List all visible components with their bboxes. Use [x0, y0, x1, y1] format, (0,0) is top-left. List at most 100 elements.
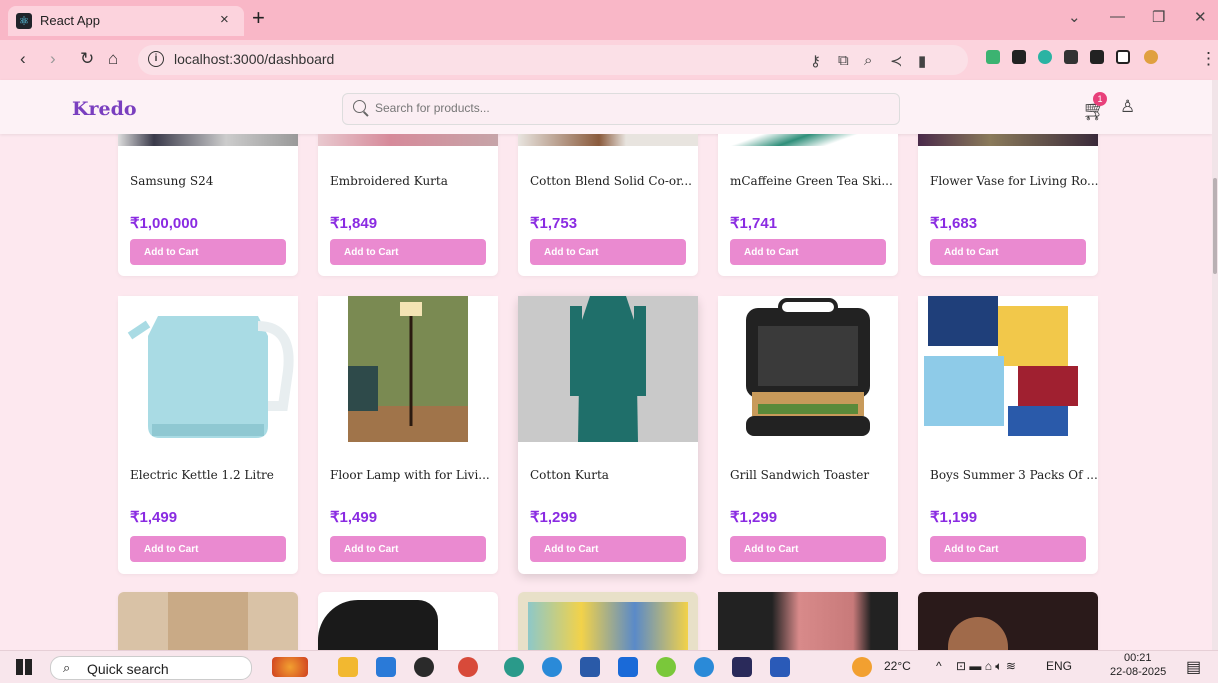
product-image[interactable] [948, 617, 1008, 650]
side-panel-icon[interactable] [1116, 50, 1130, 64]
product-name[interactable]: Cotton Blend Solid Co-or... [530, 174, 692, 188]
user-profile-icon[interactable]: ♙ [1120, 97, 1135, 117]
product-card[interactable]: Samsung S24 ₹1,00,000 Add to Cart [118, 134, 298, 276]
forward-icon[interactable]: › [50, 49, 56, 69]
product-image[interactable] [318, 134, 498, 146]
product-image[interactable] [168, 592, 248, 650]
edge-icon[interactable] [542, 657, 562, 677]
vscode-icon[interactable] [376, 657, 396, 677]
product-name[interactable]: Grill Sandwich Toaster [730, 468, 869, 482]
file-explorer-icon[interactable] [338, 657, 358, 677]
add-to-cart-button[interactable]: Add to Cart [930, 536, 1086, 562]
product-name[interactable]: Cotton Kurta [530, 468, 609, 482]
browser-tab[interactable]: ⚛ React App × [8, 6, 244, 36]
profile-avatar[interactable] [1144, 50, 1158, 64]
page-scrollbar[interactable] [1212, 80, 1218, 650]
address-bar[interactable]: i localhost:3000/dashboard ⚷ ⧉ ⌕ ≺ ▮ [138, 45, 968, 75]
weather-icon[interactable] [852, 657, 872, 677]
browser-menu-icon[interactable]: ⋮ [1200, 49, 1217, 69]
app-icon[interactable] [656, 657, 676, 677]
product-image[interactable] [918, 296, 1098, 442]
whatsapp-icon[interactable] [414, 657, 434, 677]
product-card[interactable]: Grill Sandwich Toaster ₹1,299 Add to Car… [718, 296, 898, 574]
chrome-icon[interactable] [458, 657, 478, 677]
product-image[interactable] [118, 134, 298, 146]
product-search-input[interactable]: Search for products... [342, 93, 900, 125]
store-icon[interactable] [618, 657, 638, 677]
install-app-icon[interactable]: ⧉ [838, 52, 849, 69]
minimize-icon[interactable]: — [1110, 8, 1125, 25]
product-image[interactable] [318, 296, 498, 442]
product-image[interactable] [518, 296, 698, 442]
product-name[interactable]: mCaffeine Green Tea Ski... [730, 174, 893, 188]
product-image[interactable] [318, 600, 438, 650]
notification-icon[interactable]: ▤ [1186, 657, 1201, 677]
edge-icon[interactable] [694, 657, 714, 677]
chrome-profile-icon[interactable] [504, 657, 524, 677]
product-image[interactable] [718, 592, 898, 650]
clock-time[interactable]: 00:21 [1124, 652, 1152, 664]
product-card[interactable]: Cotton Kurta ₹1,299 Add to Cart [518, 296, 698, 574]
url-text[interactable]: localhost:3000/dashboard [174, 51, 334, 67]
product-image[interactable] [918, 134, 1098, 146]
add-to-cart-button[interactable]: Add to Cart [730, 239, 886, 265]
product-name[interactable]: Floor Lamp with for Livi... [330, 468, 490, 482]
add-to-cart-button[interactable]: Add to Cart [130, 536, 286, 562]
language-indicator[interactable]: ENG [1046, 659, 1072, 673]
taskbar-search-box[interactable]: ⌕ Quick search [50, 656, 252, 680]
app-logo[interactable]: Kredo [72, 98, 137, 120]
product-card[interactable]: Electric Kettle 1.2 Litre ₹1,499 Add to … [118, 296, 298, 574]
tab-search-icon[interactable]: ⌄ [1068, 8, 1081, 26]
back-icon[interactable]: ‹ [20, 49, 26, 69]
product-name[interactable]: Embroidered Kurta [330, 174, 448, 188]
puzzle-extension-icon[interactable] [1012, 50, 1026, 64]
extension-icon[interactable] [986, 50, 1000, 64]
add-to-cart-button[interactable]: Add to Cart [330, 536, 486, 562]
product-name[interactable]: Electric Kettle 1.2 Litre [130, 468, 274, 482]
product-card[interactable] [518, 592, 698, 650]
close-window-icon[interactable]: ✕ [1194, 8, 1207, 26]
add-to-cart-button[interactable]: Add to Cart [330, 239, 486, 265]
product-card[interactable]: mCaffeine Green Tea Ski... ₹1,741 Add to… [718, 134, 898, 276]
word-icon[interactable] [770, 657, 790, 677]
reload-icon[interactable]: ↻ [80, 49, 94, 69]
new-tab-icon[interactable]: + [252, 5, 265, 31]
reading-list-icon[interactable] [1090, 50, 1104, 64]
zoom-icon[interactable]: ⌕ [864, 52, 872, 69]
product-name[interactable]: Samsung S24 [130, 174, 213, 188]
product-card[interactable]: Boys Summer 3 Packs Of ... ₹1,199 Add to… [918, 296, 1098, 574]
product-card[interactable]: Embroidered Kurta ₹1,849 Add to Cart [318, 134, 498, 276]
add-to-cart-button[interactable]: Add to Cart [530, 239, 686, 265]
product-card[interactable] [118, 592, 298, 650]
scrollbar-thumb[interactable] [1213, 178, 1217, 274]
bookmark-icon[interactable]: ▮ [918, 52, 926, 70]
add-to-cart-button[interactable]: Add to Cart [530, 536, 686, 562]
add-to-cart-button[interactable]: Add to Cart [730, 536, 886, 562]
tab-close-icon[interactable]: × [220, 11, 229, 28]
product-image[interactable] [518, 134, 698, 146]
product-name[interactable]: Flower Vase for Living Ro... [930, 174, 1098, 188]
share-icon[interactable]: ≺ [890, 52, 903, 70]
home-icon[interactable]: ⌂ [108, 49, 118, 69]
weather-temperature[interactable]: 22°C [884, 659, 911, 673]
add-to-cart-button[interactable]: Add to Cart [130, 239, 286, 265]
clock-date[interactable]: 22-08-2025 [1110, 666, 1166, 678]
product-image[interactable] [118, 296, 298, 442]
product-image[interactable] [718, 296, 898, 442]
extensions-menu-icon[interactable] [1064, 50, 1078, 64]
product-image[interactable] [718, 134, 898, 146]
tray-arrow-icon[interactable]: ^ [936, 659, 942, 673]
product-card[interactable] [718, 592, 898, 650]
product-card[interactable] [918, 592, 1098, 650]
extension-icon[interactable] [1038, 50, 1052, 64]
app-icon[interactable] [732, 657, 752, 677]
product-card[interactable]: Cotton Blend Solid Co-or... ₹1,753 Add t… [518, 134, 698, 276]
password-key-icon[interactable]: ⚷ [810, 52, 821, 70]
add-to-cart-button[interactable]: Add to Cart [930, 239, 1086, 265]
product-card[interactable] [318, 592, 498, 650]
product-name[interactable]: Boys Summer 3 Packs Of ... [930, 468, 1098, 482]
windows-start-icon[interactable] [16, 659, 32, 675]
site-info-icon[interactable]: i [148, 51, 164, 67]
product-card[interactable]: Floor Lamp with for Livi... ₹1,499 Add t… [318, 296, 498, 574]
app-icon[interactable] [580, 657, 600, 677]
